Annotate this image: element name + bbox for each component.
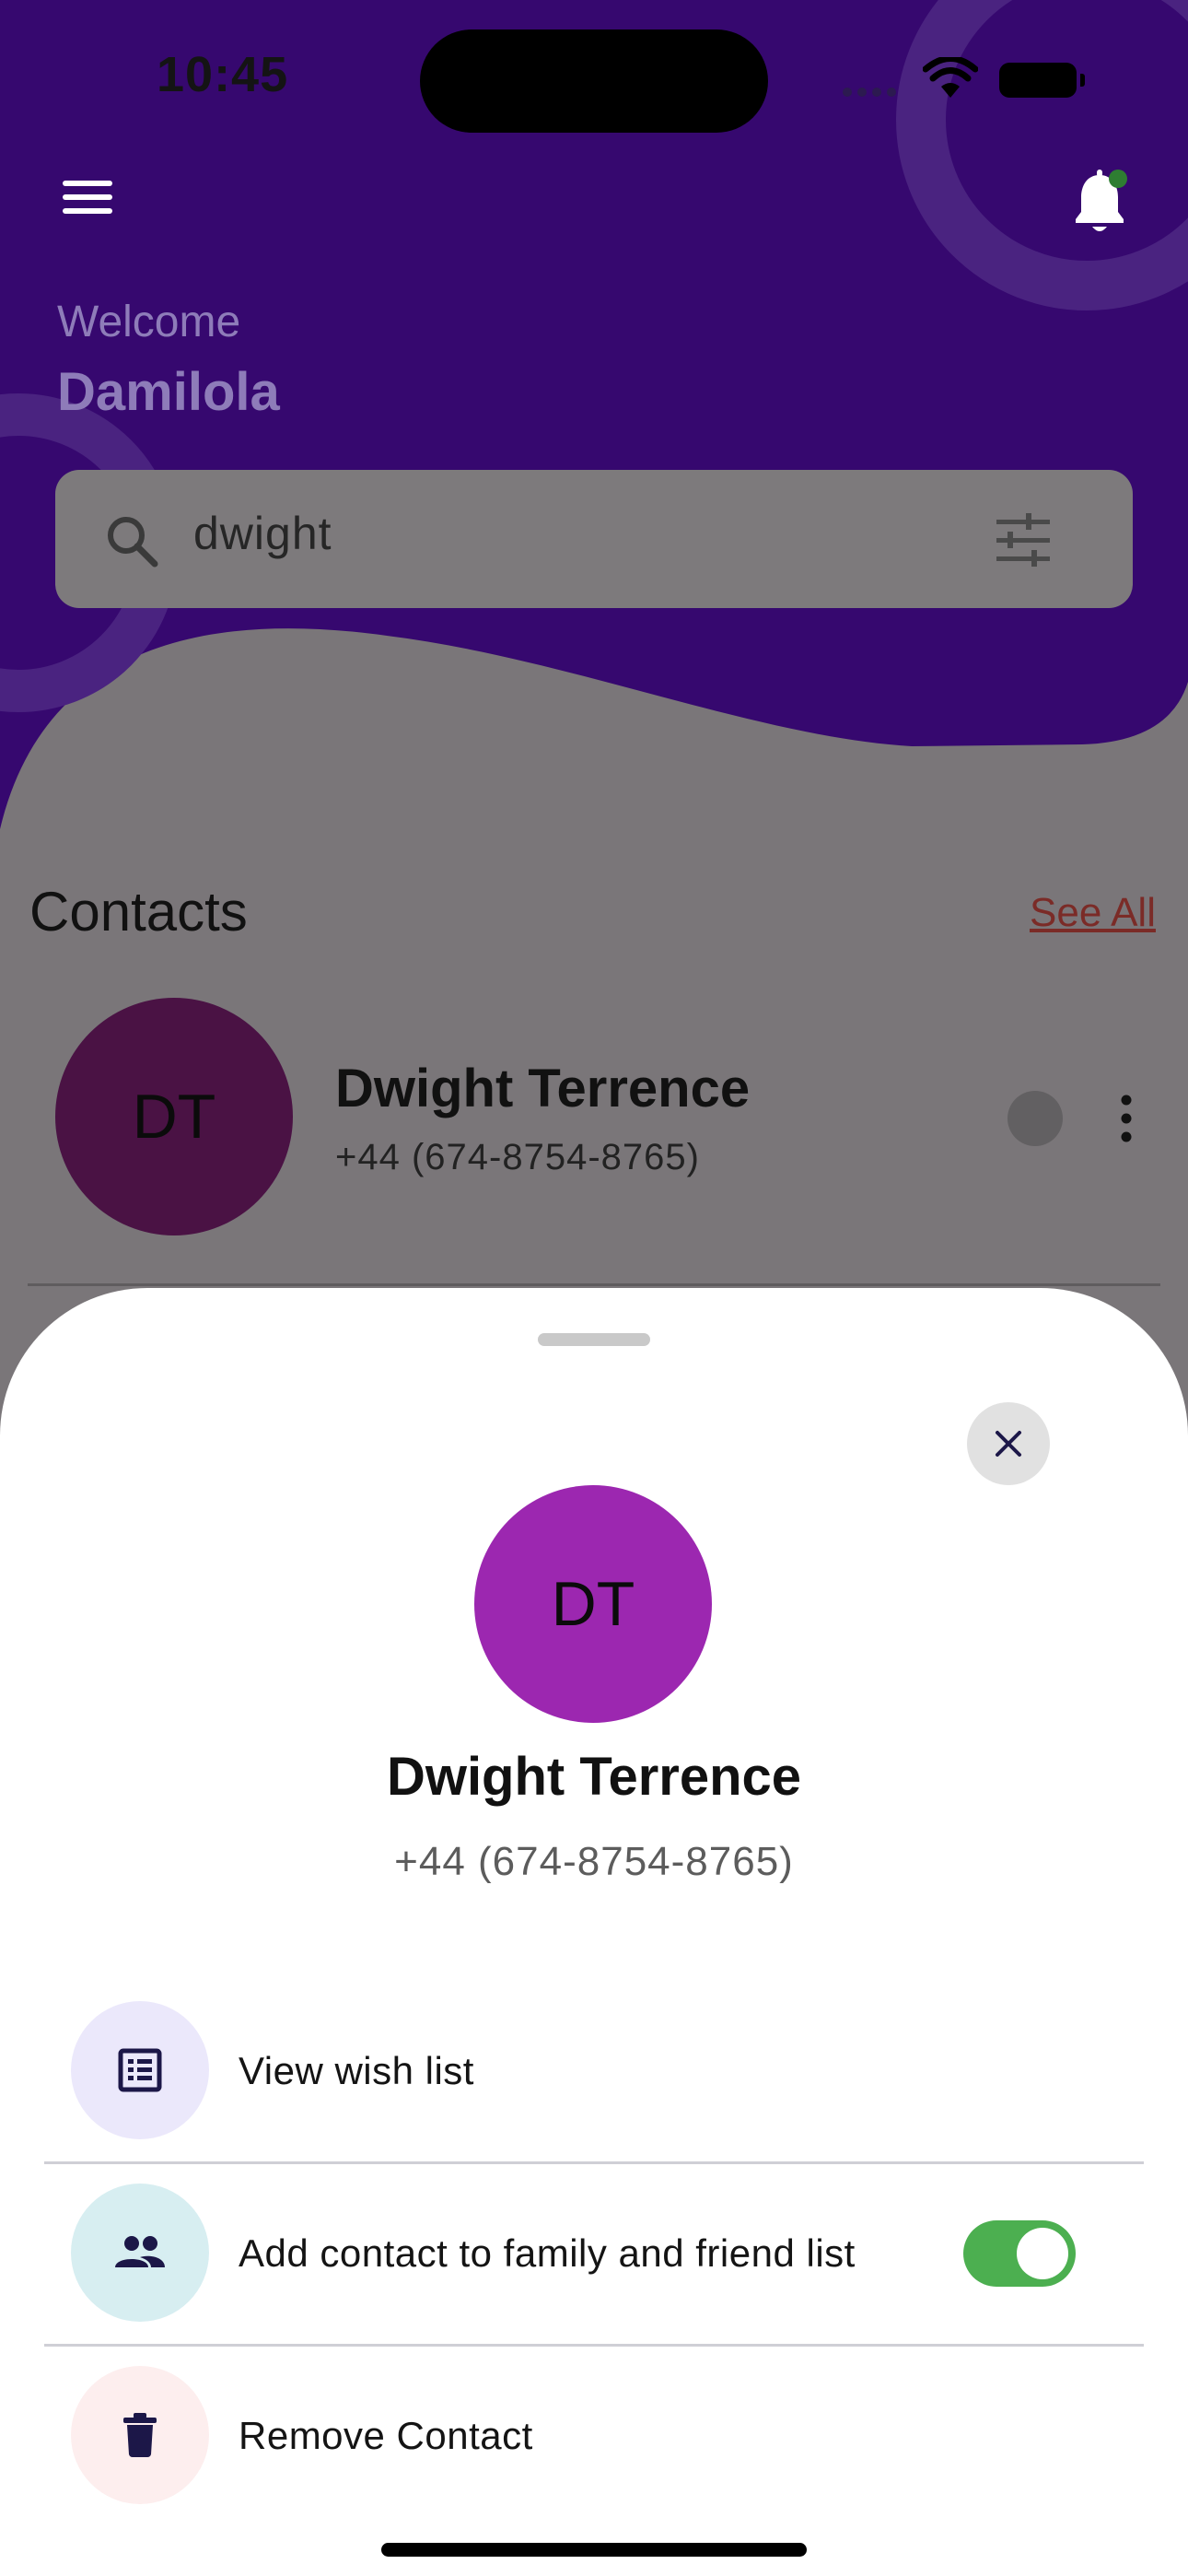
list-icon [118, 2048, 162, 2092]
filter-sliders-icon[interactable] [995, 512, 1052, 568]
sheet-contact-name: Dwight Terrence [386, 1747, 802, 1807]
search-input[interactable]: dwight [193, 507, 332, 560]
toggle-knob [1017, 2228, 1068, 2279]
wish-list-icon-circle [71, 2001, 209, 2139]
remove-icon-circle [71, 2366, 209, 2504]
user-name: Damilola [57, 362, 280, 422]
trash-icon [123, 2413, 157, 2457]
option-label-family-friends: Add contact to family and friend list [239, 2231, 856, 2275]
close-icon [996, 1431, 1021, 1457]
option-divider [44, 2161, 1144, 2164]
family-friend-toggle[interactable] [963, 2220, 1076, 2287]
welcome-label: Welcome [57, 298, 241, 346]
sheet-contact-phone: +44 (674-8754-8765) [394, 1839, 794, 1884]
contact-avatar: DT [55, 998, 293, 1235]
option-label-wish-list: View wish list [239, 2049, 474, 2092]
sheet-drag-handle[interactable] [538, 1333, 650, 1346]
notification-bell-icon[interactable] [1070, 166, 1135, 236]
option-label-remove-contact: Remove Contact [239, 2414, 533, 2457]
wifi-icon [923, 57, 978, 98]
contacts-heading: Contacts [29, 881, 248, 943]
home-indicator [381, 2543, 807, 2557]
close-button[interactable] [967, 1402, 1050, 1485]
option-remove-contact[interactable] [44, 2366, 1144, 2504]
contact-name[interactable]: Dwight Terrence [335, 1058, 750, 1119]
list-divider [28, 1283, 1160, 1286]
contact-phone: +44 (674-8754-8765) [335, 1137, 700, 1177]
search-icon [108, 517, 158, 568]
family-icon-circle [71, 2184, 209, 2322]
battery-icon [999, 63, 1085, 98]
option-view-wish-list[interactable] [44, 2001, 1144, 2139]
status-bar-time: 10:45 [157, 47, 289, 102]
more-options-icon[interactable] [1112, 1093, 1140, 1144]
menu-icon[interactable] [61, 177, 116, 217]
sheet-avatar: DT [474, 1485, 712, 1723]
see-all-link[interactable]: See All [1030, 890, 1156, 936]
dynamic-island [420, 29, 768, 133]
option-divider [44, 2344, 1144, 2347]
cellular-signal-icon [843, 88, 896, 97]
people-icon [115, 2236, 165, 2267]
contact-status-dot [1007, 1091, 1063, 1146]
notification-badge [1109, 170, 1127, 188]
